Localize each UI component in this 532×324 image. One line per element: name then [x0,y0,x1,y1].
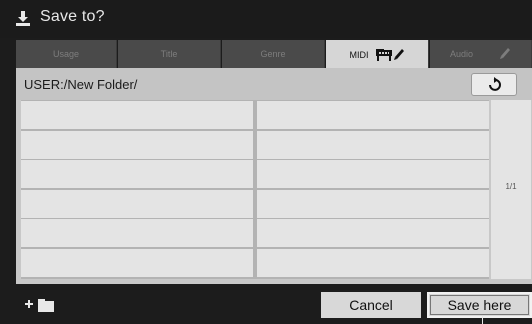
tab-title[interactable]: Title [118,40,221,68]
folder-up-arrow-icon [489,76,501,91]
pencil-icon [500,48,511,59]
tab-audio[interactable]: Audio [430,40,532,68]
list-item[interactable] [21,101,253,129]
list-item[interactable] [257,249,489,277]
path-bar: USER:/New Folder/ [16,68,532,100]
dialog-title: Save to? [40,8,105,25]
piano-icon [375,49,392,61]
list-item[interactable] [21,249,253,277]
tab-midi-label: MIDI [349,50,369,60]
list-item[interactable] [21,131,253,159]
tab-audio-label: Audio [449,49,474,59]
file-list [21,100,489,279]
tab-usage-label: Usage [52,49,79,59]
list-item[interactable] [257,131,489,159]
cancel-button[interactable]: Cancel [321,292,421,318]
list-item[interactable] [257,101,489,129]
tab-bar: Usage Title Genre MIDI Audio [16,40,532,70]
page-indicator: 1/1 [505,182,517,191]
page-scroll-column[interactable]: 1/1 [491,100,531,279]
title-bar: Save to? [0,0,532,38]
current-path: USER:/New Folder/ [24,77,138,92]
list-item[interactable] [21,219,253,247]
tab-usage[interactable]: Usage [16,40,117,68]
list-item[interactable] [21,190,253,218]
file-browser-panel: USER:/New Folder/ 1/1 [16,68,532,284]
pencil-icon [393,49,404,60]
bottom-bar: Cancel Save here [0,284,532,324]
tab-genre-label: Genre [260,49,286,59]
tab-title-label: Title [160,49,178,59]
save-here-button[interactable]: Save here [427,292,532,318]
tab-midi[interactable]: MIDI [326,40,429,70]
new-folder-icon [25,299,54,312]
list-item[interactable] [21,160,253,188]
list-item[interactable] [257,160,489,188]
save-tray-icon [14,10,32,28]
list-item[interactable] [257,190,489,218]
callout-line [482,316,483,324]
list-item[interactable] [257,219,489,247]
save-dialog: Save to? Usage Title Genre MIDI Audio US… [0,0,532,324]
new-folder-button[interactable] [24,295,64,313]
folder-up-button[interactable] [471,73,517,96]
tab-genre[interactable]: Genre [222,40,325,68]
